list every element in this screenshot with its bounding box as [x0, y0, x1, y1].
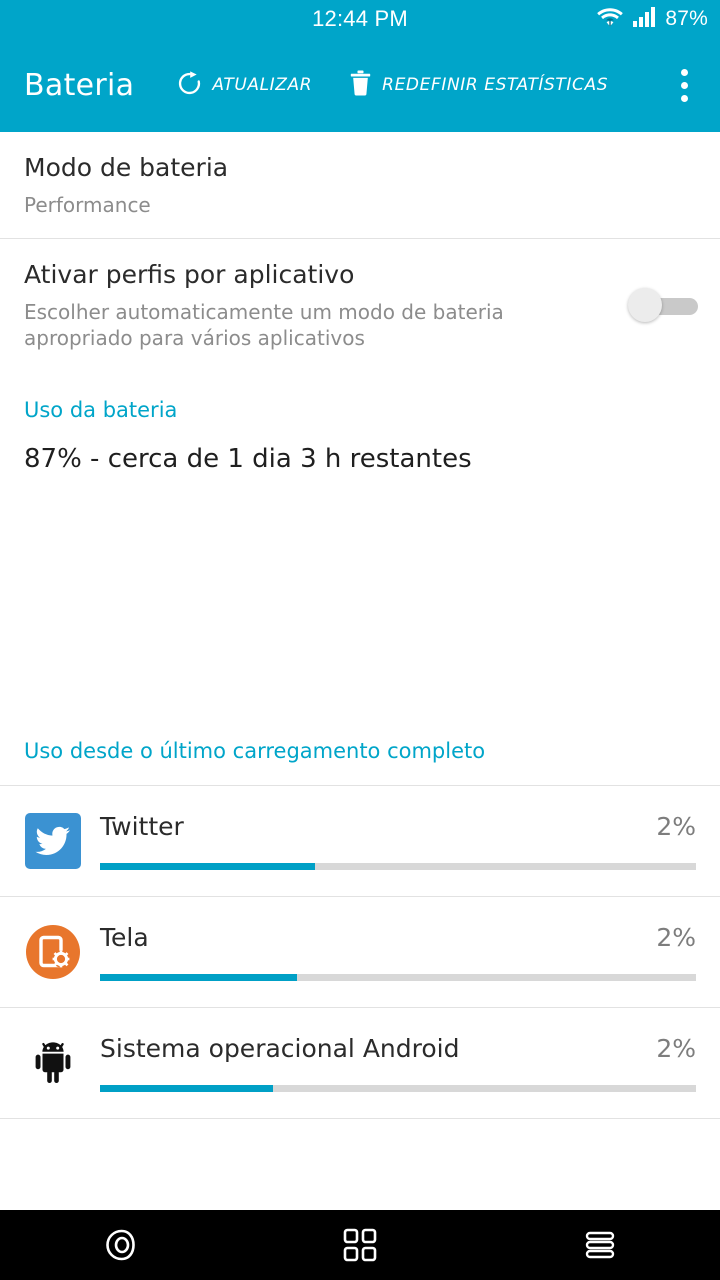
cellular-signal-icon [632, 5, 658, 33]
battery-settings-screen: 12:44 PM 87% Bateria ATUALIZAR REDEFINIR… [0, 0, 720, 1280]
app-percent: 2% [656, 1033, 696, 1063]
screen-brightness-icon [24, 923, 82, 981]
app-bar: Bateria ATUALIZAR REDEFINIR ESTATÍSTICAS [0, 38, 720, 132]
usage-section-label: Uso desde o último carregamento completo [24, 738, 486, 763]
status-clock: 12:44 PM [312, 6, 408, 31]
overflow-menu-icon[interactable] [662, 56, 706, 114]
app-name: Sistema operacional Android [100, 1033, 460, 1063]
reset-stats-button[interactable]: REDEFINIR ESTATÍSTICAS [348, 69, 608, 101]
app-name: Tela [100, 922, 149, 952]
status-battery-percent: 87% [665, 7, 708, 30]
divider [0, 1117, 720, 1119]
battery-mode-value: Performance [24, 192, 151, 217]
list-item[interactable]: Tela 2% [0, 897, 720, 1007]
per-app-profiles-row[interactable]: Ativar perfis por aplicativo Escolher au… [0, 239, 720, 372]
refresh-label: ATUALIZAR [212, 75, 313, 95]
home-grid-icon[interactable] [240, 1210, 480, 1280]
app-usage-bar [100, 973, 696, 981]
android-robot-icon [24, 1034, 82, 1092]
app-name: Twitter [100, 811, 184, 841]
app-usage-bar [100, 1084, 696, 1092]
app-usage-bar [100, 862, 696, 870]
app-percent: 2% [656, 922, 696, 952]
list-item[interactable]: Twitter 2% [0, 786, 720, 896]
back-icon[interactable] [0, 1210, 240, 1280]
reset-stats-label: REDEFINIR ESTATÍSTICAS [382, 75, 609, 95]
per-app-profiles-description: Escolher automaticamente um modo de bate… [24, 299, 504, 351]
list-item-body: Sistema operacional Android 2% [100, 1034, 696, 1092]
battery-history-chart[interactable]: 100% 0% 12/9 10 AM 12 AM 4 PM [0, 474, 720, 739]
app-percent: 2% [656, 811, 696, 841]
per-app-profiles-toggle[interactable] [624, 288, 698, 323]
refresh-button[interactable]: ATUALIZAR [176, 70, 312, 101]
trash-icon [348, 69, 373, 101]
per-app-profiles-title: Ativar perfis por aplicativo [24, 260, 355, 290]
battery-mode-title: Modo de bateria [24, 153, 229, 182]
battery-usage-headline: 87% - cerca de 1 dia 3 h restantes [24, 443, 472, 474]
list-item[interactable]: Sistema operacional Android 2% [0, 1008, 720, 1118]
wifi-icon [595, 5, 625, 33]
system-navigation-bar [0, 1210, 720, 1280]
status-bar-icons: 87% [595, 0, 708, 38]
battery-mode-row[interactable]: Modo de bateria Performance [0, 132, 720, 238]
app-usage-bar-fill [100, 1084, 273, 1092]
page-title: Bateria [24, 67, 135, 103]
list-item-body: Twitter 2% [100, 812, 696, 870]
battery-usage-section-label: Uso da bateria [24, 397, 178, 422]
recents-stack-icon[interactable] [480, 1210, 720, 1280]
status-bar: 12:44 PM 87% [0, 0, 720, 38]
twitter-icon [24, 812, 82, 870]
refresh-icon [176, 70, 203, 101]
app-usage-bar-fill [100, 862, 315, 870]
list-item-body: Tela 2% [100, 923, 696, 981]
app-usage-bar-fill [100, 973, 297, 981]
toggle-thumb [628, 288, 662, 323]
